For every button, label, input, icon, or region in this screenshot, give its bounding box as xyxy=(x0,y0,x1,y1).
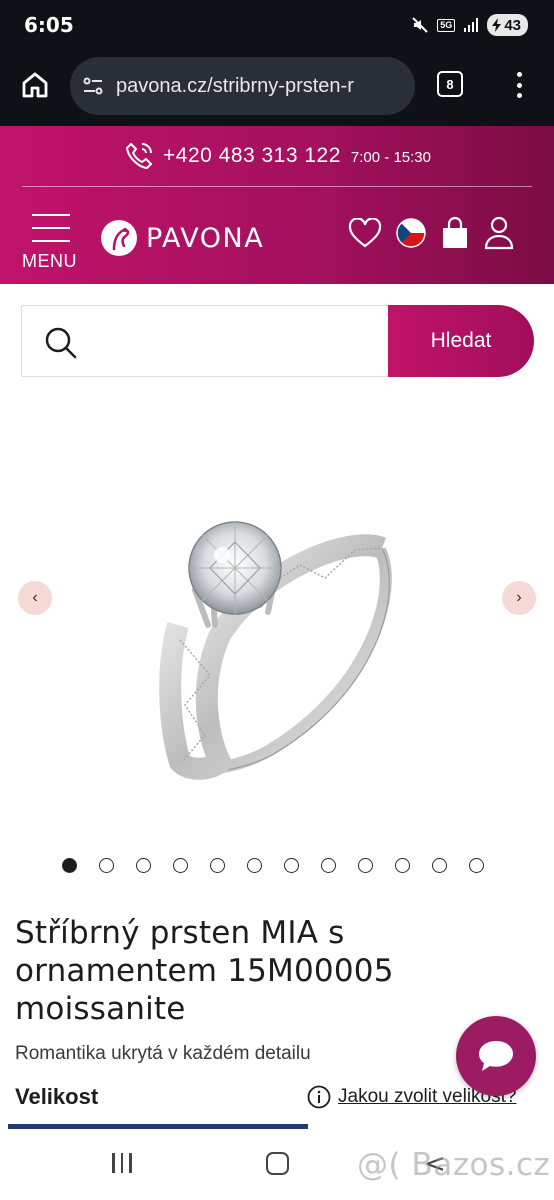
url-field[interactable]: pavona.cz/stribrny-prsten-r xyxy=(70,57,415,115)
status-bar: 6:05 5G 43 xyxy=(0,0,554,52)
site-logo[interactable]: PAVONA xyxy=(100,219,264,257)
czech-flag-icon[interactable] xyxy=(396,218,426,248)
browser-home-button[interactable] xyxy=(20,70,50,100)
battery-level: 43 xyxy=(504,16,521,34)
logo-text: PAVONA xyxy=(146,222,265,254)
home-nav-button[interactable] xyxy=(266,1152,289,1175)
gallery-dot[interactable] xyxy=(284,858,299,873)
gallery-pagination xyxy=(62,858,484,873)
more-dot-icon xyxy=(516,72,522,77)
search-input[interactable] xyxy=(96,320,386,364)
recent-apps-button[interactable] xyxy=(112,1153,132,1173)
search-icon xyxy=(45,327,77,359)
battery-indicator: 43 xyxy=(487,14,528,36)
gallery-dot[interactable] xyxy=(321,858,336,873)
url-text: pavona.cz/stribrny-prsten-r xyxy=(116,74,354,97)
size-select-underline[interactable] xyxy=(8,1124,308,1129)
gallery-dot[interactable] xyxy=(173,858,188,873)
gallery-dot[interactable] xyxy=(247,858,262,873)
home-icon xyxy=(22,72,48,98)
network-badge: 5G xyxy=(437,18,456,32)
product-gallery: ‹ › xyxy=(0,400,554,840)
phone-number[interactable]: +420 483 313 122 xyxy=(163,144,341,168)
charging-bolt-icon xyxy=(492,18,502,32)
browser-toolbar: pavona.cz/stribrny-prsten-r 8 xyxy=(0,52,554,126)
size-label: Velikost xyxy=(15,1084,99,1109)
search-button[interactable]: Hledat xyxy=(388,305,534,377)
gallery-dot[interactable] xyxy=(358,858,373,873)
mute-icon xyxy=(411,16,429,34)
more-dot-icon xyxy=(516,93,522,98)
site-settings-icon[interactable] xyxy=(82,75,104,97)
hamburger-icon xyxy=(32,214,70,253)
signal-icon xyxy=(463,17,479,33)
browser-menu-button[interactable] xyxy=(508,70,530,100)
gallery-dot[interactable] xyxy=(469,858,484,873)
status-icons: 5G 43 xyxy=(411,14,528,36)
user-account-icon[interactable] xyxy=(484,216,514,250)
gallery-dot[interactable] xyxy=(395,858,410,873)
info-icon xyxy=(307,1085,331,1109)
menu-label: MENU xyxy=(22,251,77,271)
gallery-dot[interactable] xyxy=(210,858,225,873)
status-time: 6:05 xyxy=(24,13,74,37)
chat-bubble-icon xyxy=(479,1041,513,1071)
chat-button[interactable] xyxy=(456,1016,536,1096)
peacock-logo-icon xyxy=(101,220,137,256)
product-title: Stříbrný prsten MIA s ornamentem 15M0000… xyxy=(15,915,394,1027)
gallery-dot[interactable] xyxy=(136,858,151,873)
watermark: @( Bazos.cz xyxy=(357,1147,551,1183)
cart-bag-icon[interactable] xyxy=(440,216,470,250)
header-actions xyxy=(348,216,514,250)
menu-button[interactable]: MENU xyxy=(20,214,84,274)
gallery-dot[interactable] xyxy=(432,858,447,873)
product-subtitle: Romantika ukrytá v každém detailu xyxy=(15,1043,311,1064)
site-header: +420 483 313 122 7:00 - 15:30 MENU PAVON… xyxy=(0,126,554,284)
product-image[interactable] xyxy=(150,500,410,780)
gallery-dot[interactable] xyxy=(99,858,114,873)
opening-hours: 7:00 - 15:30 xyxy=(350,149,431,166)
gallery-prev-button[interactable]: ‹ xyxy=(18,581,52,615)
more-dot-icon xyxy=(516,82,522,88)
gallery-next-button[interactable]: › xyxy=(502,581,536,615)
chevron-right-icon: › xyxy=(516,589,522,606)
chevron-left-icon: ‹ xyxy=(32,589,38,606)
tab-switcher-button[interactable]: 8 xyxy=(437,71,463,97)
phone-icon xyxy=(126,143,152,169)
header-divider xyxy=(22,186,532,187)
search-box: Hledat xyxy=(21,305,534,377)
gallery-dot[interactable] xyxy=(62,858,77,873)
wishlist-heart-icon[interactable] xyxy=(348,218,382,248)
contact-row[interactable]: +420 483 313 122 7:00 - 15:30 xyxy=(0,138,554,174)
